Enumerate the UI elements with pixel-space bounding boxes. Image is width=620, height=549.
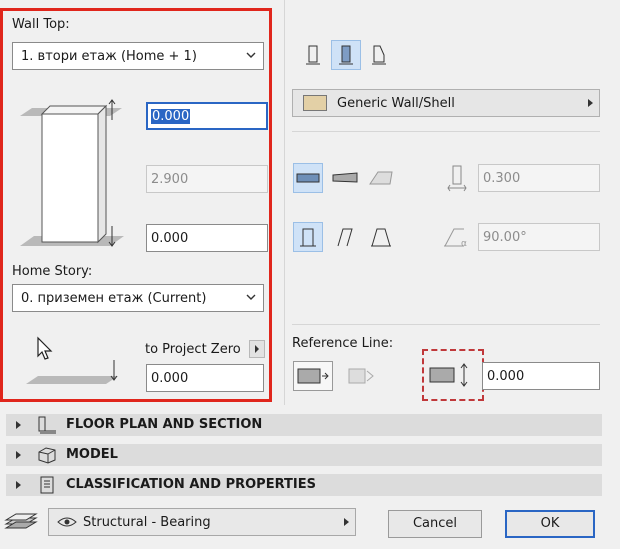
to-project-zero-menu-button[interactable] [249,340,265,358]
inclination-angle-field[interactable]: 90.00° [478,223,600,251]
chevron-right-icon [344,518,349,526]
section-label: MODEL [66,447,118,462]
section-model[interactable]: MODEL [6,444,602,466]
wall-geometry-polygonal-button[interactable] [364,40,394,70]
floor-plan-icon [38,416,56,434]
ok-button[interactable]: OK [505,510,595,538]
inclination-angle-icon: α [444,228,467,249]
document-icon [40,476,54,494]
chevron-right-icon [588,99,593,107]
chevron-down-icon [246,52,256,58]
vertical-wall-button[interactable] [293,222,323,252]
layer-value: Structural - Bearing [83,515,211,530]
reference-line-side-button[interactable] [344,361,380,391]
home-story-label: Home Story: [12,264,93,279]
wall-thickness-icon [447,165,467,192]
right-panel-divider [284,0,285,405]
slanted-wall-profile-icon [332,172,358,183]
basic-profile-button[interactable] [293,163,323,193]
basic-wall-profile-icon [296,173,320,183]
vertical-wall-icon [300,228,316,247]
polygonal-wall-icon [372,45,386,65]
reference-line-offset-icon [429,363,468,387]
material-select[interactable]: Generic Wall/Shell [292,89,600,117]
wall-geometry-straight-button[interactable] [298,40,328,70]
reference-line-side-icon [348,368,374,384]
section-floor-plan-and-section[interactable]: FLOOR PLAN AND SECTION [6,414,602,436]
reference-line-location-icon [297,368,329,384]
section-label: FLOOR PLAN AND SECTION [66,417,263,432]
layer-select[interactable]: Structural - Bearing [48,508,356,536]
expand-arrow-icon [16,481,21,489]
slanted-profile-button[interactable] [330,163,360,193]
expand-arrow-icon [16,421,21,429]
to-project-zero-label: to Project Zero [145,342,241,357]
inclined-wall-icon [337,228,353,247]
project-zero-diagram [26,360,118,384]
complex-profile-button[interactable] [366,163,396,193]
double-slanted-wall-icon [371,228,391,247]
trapezoid-wall-icon [339,45,353,65]
svg-text:α: α [461,239,467,249]
reference-line-label: Reference Line: [292,336,394,351]
to-project-zero-field[interactable]: 0.000 [146,364,264,392]
wall-base-offset-field[interactable]: 0.000 [146,224,268,252]
wall-geometry-trapezoid-button[interactable] [331,40,361,70]
straight-wall-icon [306,45,320,65]
material-value: Generic Wall/Shell [337,96,455,111]
model-box-icon [38,447,56,464]
wall-top-label: Wall Top: [12,17,70,32]
layer-stack-icon [4,513,38,529]
inclined-wall-button[interactable] [330,222,360,252]
eye-icon [57,517,77,527]
section-classification-and-properties[interactable]: CLASSIFICATION AND PROPERTIES [6,474,602,496]
wall-top-story-value: 1. втори етаж (Home + 1) [21,49,197,64]
wall-height-diagram [20,99,124,247]
wall-top-story-select[interactable]: 1. втори етаж (Home + 1) [12,42,264,70]
wall-height-field[interactable]: 2.900 [146,165,268,193]
double-slanted-wall-button[interactable] [366,222,396,252]
expand-arrow-icon [16,451,21,459]
reference-offset-field[interactable]: 0.000 [482,362,600,390]
cancel-button[interactable]: Cancel [388,510,482,538]
divider [292,131,600,132]
divider [292,324,600,325]
wall-top-offset-value: 0.000 [151,109,191,124]
home-story-select[interactable]: 0. приземен етаж (Current) [12,284,264,312]
complex-wall-profile-icon [369,171,393,185]
home-story-value: 0. приземен етаж (Current) [21,291,207,306]
wall-top-offset-field[interactable]: 0.000 [146,102,268,130]
chevron-right-icon [255,345,259,353]
section-label: CLASSIFICATION AND PROPERTIES [66,477,316,492]
wall-thickness-field[interactable]: 0.300 [478,164,600,192]
chevron-down-icon [246,294,256,300]
reference-line-location-button[interactable] [293,361,333,391]
material-swatch [303,95,327,111]
